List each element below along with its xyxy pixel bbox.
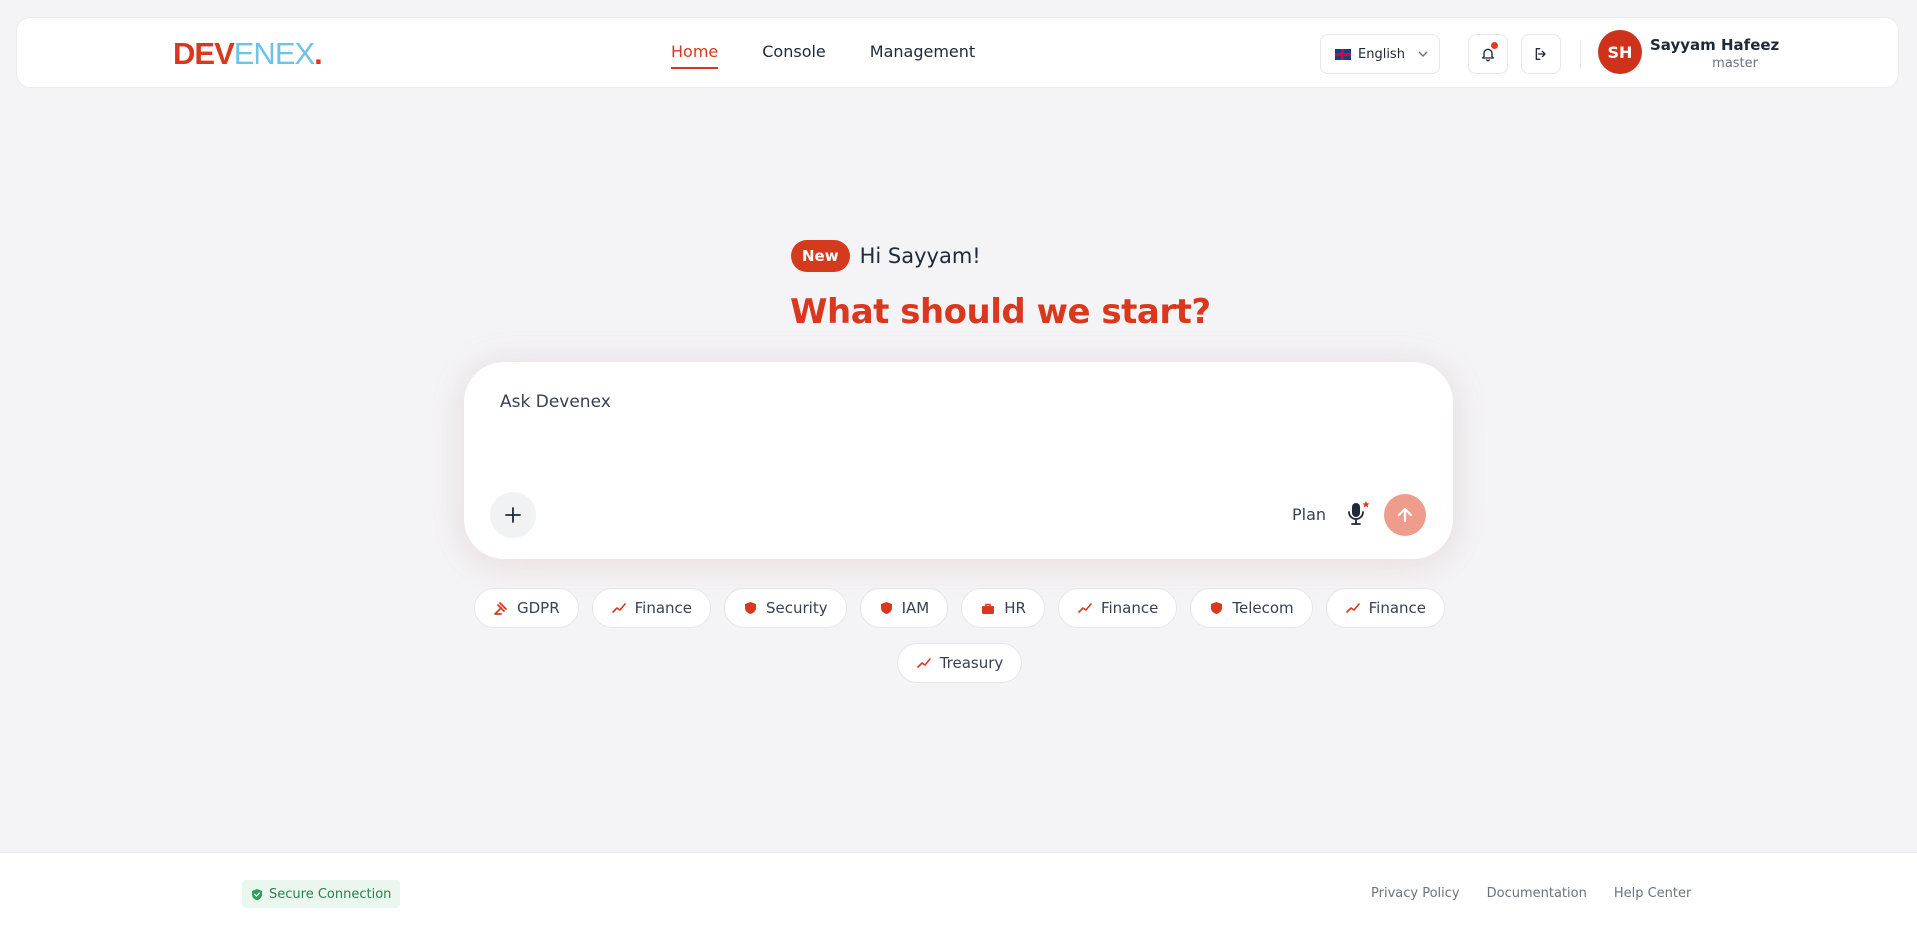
uk-flag-icon [1335, 48, 1351, 60]
shield-check-icon [252, 888, 262, 900]
chip-label: Treasury [939, 654, 1004, 672]
top-header: DEVENEX. Home Console Management English… [16, 17, 1899, 88]
chip-hr[interactable]: HR [961, 588, 1045, 628]
documentation-link[interactable]: Documentation [1487, 886, 1587, 901]
footer-links: Privacy Policy Documentation Help Center [1371, 886, 1691, 901]
shield-icon [880, 602, 892, 614]
avatar[interactable]: SH [1598, 30, 1642, 74]
logout-button[interactable] [1521, 34, 1561, 74]
user-name: Sayyam Hafeez [1650, 36, 1780, 54]
briefcase-icon [982, 603, 995, 614]
nav-management[interactable]: Management [870, 42, 975, 69]
greeting-text: Hi Sayyam! [859, 244, 981, 268]
chat-composer: Plan [464, 362, 1453, 559]
chip-finance[interactable]: Finance [1057, 588, 1178, 628]
notification-dot [1491, 42, 1498, 49]
trend-icon [916, 658, 931, 668]
secure-label: Secure Connection [269, 886, 392, 902]
gavel-icon [494, 602, 507, 615]
chip-label: Finance [1368, 599, 1427, 617]
plan-toggle[interactable]: Plan [1292, 505, 1326, 524]
language-label: English [1358, 46, 1405, 62]
brand-logo[interactable]: DEVENEX. [173, 36, 323, 71]
send-button[interactable] [1384, 494, 1426, 536]
chip-label: GDPR [516, 599, 560, 617]
plus-icon [505, 507, 521, 523]
chip-label: Finance [1100, 599, 1159, 617]
voice-button[interactable] [1343, 497, 1373, 531]
shield-icon [745, 602, 757, 614]
main-nav: Home Console Management [671, 42, 1019, 69]
user-role: master [1712, 56, 1758, 71]
chip-telecom[interactable]: Telecom [1190, 588, 1313, 628]
chevron-down-icon [1418, 49, 1428, 60]
chip-finance[interactable]: Finance [591, 588, 712, 628]
privacy-policy-link[interactable]: Privacy Policy [1371, 886, 1460, 901]
chip-label: Finance [634, 599, 693, 617]
nav-home[interactable]: Home [671, 42, 719, 69]
logout-icon [1535, 48, 1546, 60]
logo-part-enex: ENEX [233, 36, 315, 71]
suggestion-chips: GDPR Finance Security IAM HR Finance Tel… [472, 588, 1447, 683]
notifications-button[interactable] [1468, 34, 1508, 74]
trend-icon [1078, 603, 1092, 613]
attach-button[interactable] [490, 492, 536, 538]
trend-icon [611, 603, 626, 613]
page-title: What should we start? [790, 292, 1211, 332]
page-footer: Secure Connection Privacy Policy Documen… [0, 852, 1917, 932]
secure-connection-badge: Secure Connection [242, 880, 401, 908]
chip-iam[interactable]: IAM [859, 588, 949, 628]
chat-input[interactable] [500, 392, 1380, 412]
new-badge: New [791, 240, 850, 272]
language-selector[interactable]: English [1320, 34, 1440, 74]
chip-label: Telecom [1232, 599, 1294, 617]
logo-part-dev: DEV [173, 36, 235, 71]
arrow-up-icon [1397, 507, 1413, 523]
chip-gdpr[interactable]: GDPR [473, 588, 579, 628]
chip-treasury[interactable]: Treasury [896, 643, 1023, 683]
shield-icon [1211, 602, 1223, 614]
chip-label: Security [766, 599, 828, 617]
chip-label: IAM [901, 599, 930, 617]
logo-dot: . [314, 36, 323, 71]
greeting-row: New Hi Sayyam! [791, 240, 981, 272]
help-center-link[interactable]: Help Center [1614, 886, 1692, 901]
microphone-icon [1348, 501, 1370, 525]
nav-console[interactable]: Console [762, 42, 826, 69]
chip-label: HR [1004, 599, 1026, 617]
chip-finance[interactable]: Finance [1325, 588, 1446, 628]
trend-icon [1345, 603, 1360, 613]
header-divider [1580, 40, 1581, 70]
chip-security[interactable]: Security [724, 588, 847, 628]
